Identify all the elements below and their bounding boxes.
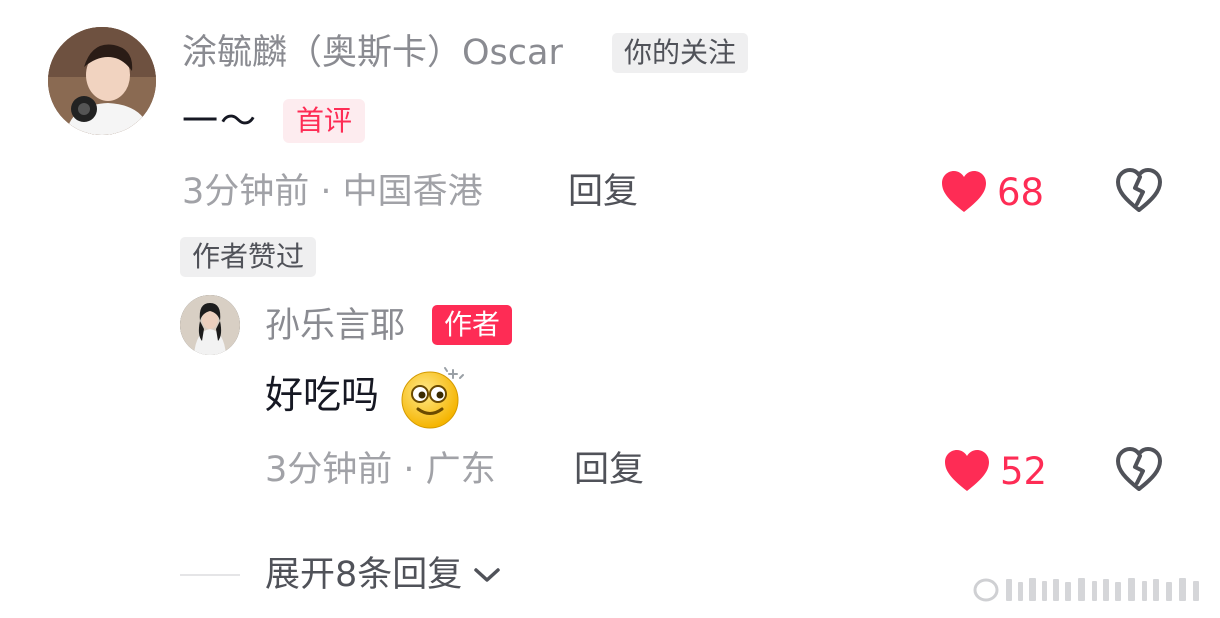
like-button[interactable]: 68 [940, 167, 1044, 217]
expand-replies-label: 展开8条回复 [265, 555, 463, 595]
author-liked-badge: 作者赞过 [180, 237, 317, 277]
reply-button[interactable]: 回复 [568, 170, 638, 214]
reply-meta: 3分钟前 · 广东 [265, 450, 496, 490]
comment-text: 一～ [182, 101, 259, 142]
reply-text: 好吃吗 [265, 373, 380, 417]
commenter-avatar[interactable] [48, 27, 156, 135]
like-count: 52 [1000, 449, 1048, 493]
replier-avatar[interactable] [180, 295, 240, 355]
first-comment-badge: 首评 [283, 99, 366, 143]
broken-heart-icon [1116, 168, 1162, 212]
dislike-button[interactable] [1115, 447, 1163, 497]
replier-username[interactable]: 孙乐言耶 [265, 304, 405, 348]
avatar-photo-icon [180, 295, 240, 355]
dizzy-eyes-emoji-icon [399, 364, 465, 430]
broken-heart-icon [1116, 447, 1162, 491]
heart-icon [942, 171, 986, 212]
following-badge: 你的关注 [612, 33, 749, 73]
chevron-down-icon [474, 568, 501, 582]
commenter-username[interactable]: 涂毓麟（奥斯卡）Oscar [182, 30, 563, 76]
like-count: 68 [997, 170, 1045, 214]
watermark-logo [973, 578, 1199, 602]
author-badge: 作者 [432, 305, 513, 345]
expand-divider [180, 574, 240, 576]
dislike-button[interactable] [1115, 168, 1163, 218]
avatar-photo-icon [48, 27, 156, 135]
comment-meta: 3分钟前 · 中国香港 [182, 172, 483, 212]
reply-button[interactable]: 回复 [574, 448, 644, 492]
heart-icon [945, 450, 989, 491]
expand-replies-button[interactable]: 展开8条回复 [265, 552, 502, 598]
like-button[interactable]: 52 [943, 446, 1047, 496]
